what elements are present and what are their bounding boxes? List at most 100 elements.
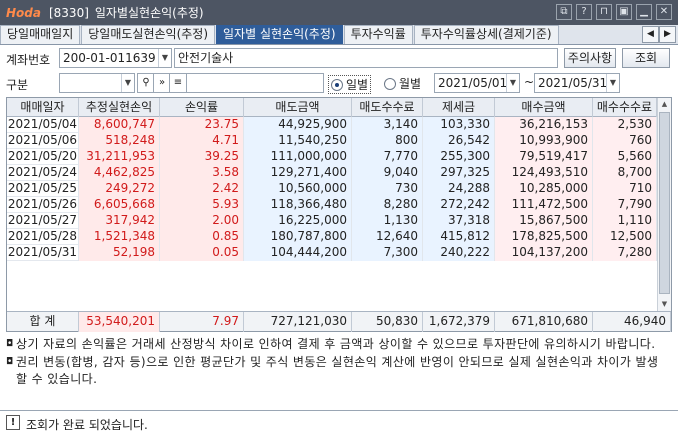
cell-buy-amount: 79,519,417 [495, 149, 593, 165]
cell-pnl: 1,521,348 [79, 229, 160, 245]
scroll-down-icon[interactable]: ▼ [658, 298, 671, 311]
account-name-field: 안전기술사 [174, 48, 558, 68]
notice-section: ◘ 상기 자료의 손익률은 거래세 산정방식 차이로 인하여 결제 후 금액과 … [6, 336, 666, 389]
cell-sell-fee: 7,770 [352, 149, 423, 165]
calendar-icon[interactable]: ▼ [606, 74, 619, 92]
cell-date: 2021/05/31 [7, 245, 79, 261]
cell-sell-amount: 10,560,000 [244, 181, 352, 197]
help-icon[interactable]: ? [576, 4, 592, 20]
table-row[interactable]: 2021/05/06 518,248 4.71 11,540,250 800 2… [7, 133, 657, 149]
account-row: 계좌번호 200-01-011639 ▼ 안전기술사 주의사항 조회 [0, 46, 678, 70]
cell-sell-amount: 118,366,480 [244, 197, 352, 213]
table-scrollbar[interactable]: ▲ ▼ [657, 98, 671, 311]
cell-sell-amount: 16,225,000 [244, 213, 352, 229]
cell-buy-amount: 178,825,500 [495, 229, 593, 245]
date-to-field[interactable]: 2021/05/31 ▼ [534, 73, 620, 93]
radio-monthly-dot [384, 77, 396, 90]
chevron-down-icon: ▼ [158, 49, 171, 67]
cell-rate: 23.75 [160, 117, 244, 133]
col-header-rate[interactable]: 손익률 [160, 98, 244, 117]
window-titlebar: Hoda [8330] 일자별실현손익(추정) ⧉ ? ⊓ ▣ ▁ ✕ [0, 0, 678, 25]
cell-pnl: 249,272 [79, 181, 160, 197]
tab-daily-journal[interactable]: 당일매매일지 [0, 25, 81, 44]
query-button[interactable]: 조회 [622, 48, 670, 68]
app-brand: Hoda [6, 5, 41, 20]
table-row[interactable]: 2021/05/27 317,942 2.00 16,225,000 1,130… [7, 213, 657, 229]
col-header-date[interactable]: 매매일자 [7, 98, 79, 117]
tab-return[interactable]: 투자수익률 [343, 25, 413, 44]
account-name-value: 안전기술사 [178, 51, 234, 65]
cell-date: 2021/05/24 [7, 165, 79, 181]
tab-return-detail[interactable]: 투자수익률상세(결제기준) [413, 25, 559, 44]
scroll-up-icon[interactable]: ▲ [658, 98, 671, 111]
tab-scroll-right-icon[interactable]: ▶ [659, 26, 676, 43]
cell-pnl: 4,462,825 [79, 165, 160, 181]
cell-buy-fee: 760 [593, 133, 657, 149]
col-header-tax[interactable]: 제세금 [423, 98, 495, 117]
table-row[interactable]: 2021/05/28 1,521,348 0.85 180,787,800 12… [7, 229, 657, 245]
cell-rate: 0.05 [160, 245, 244, 261]
save-icon[interactable]: ▣ [616, 4, 632, 20]
table-header: 매매일자 추정실현손익 손익률 매도금액 매도수수료 제세금 매수금액 매수수수… [7, 98, 657, 117]
tab-today-realized-pnl[interactable]: 당일매도실현손익(추정) [81, 25, 216, 44]
cell-buy-fee: 7,280 [593, 245, 657, 261]
cell-date: 2021/05/25 [7, 181, 79, 197]
cell-sell-fee: 730 [352, 181, 423, 197]
table-row[interactable]: 2021/05/25 249,272 2.42 10,560,000 730 2… [7, 181, 657, 197]
tab-daily-realized-pnl[interactable]: 일자별 실현손익(추정) [216, 25, 343, 44]
col-header-buy-fee[interactable]: 매수수수료 [593, 98, 657, 117]
cell-rate: 0.85 [160, 229, 244, 245]
col-header-buy-amount[interactable]: 매수금액 [495, 98, 593, 117]
col-header-sell-fee[interactable]: 매도수수료 [352, 98, 423, 117]
radio-daily-label: 일별 [346, 78, 369, 92]
cell-buy-amount: 15,867,500 [495, 213, 593, 229]
col-header-pnl[interactable]: 추정실현손익 [79, 98, 160, 117]
cell-buy-fee: 1,110 [593, 213, 657, 229]
close-icon[interactable]: ✕ [656, 4, 672, 20]
minimize-icon[interactable]: ▁ [636, 4, 652, 20]
cell-pnl: 317,942 [79, 213, 160, 229]
table-row[interactable]: 2021/05/24 4,462,825 3.58 129,271,400 9,… [7, 165, 657, 181]
status-bar: ! 조회가 완료 되었습니다. [0, 410, 678, 435]
search-input[interactable] [186, 73, 324, 93]
pnl-table: 매매일자 추정실현손익 손익률 매도금액 매도수수료 제세금 매수금액 매수수수… [6, 97, 672, 332]
cell-date: 2021/05/20 [7, 149, 79, 165]
account-number-select[interactable]: 200-01-011639 ▼ [59, 48, 172, 68]
cell-pnl: 8,600,747 [79, 117, 160, 133]
col-header-sell-amount[interactable]: 매도금액 [244, 98, 352, 117]
table-row[interactable]: 2021/05/20 31,211,953 39.25 111,000,000 … [7, 149, 657, 165]
table-body: 2021/05/04 8,600,747 23.75 44,925,900 3,… [7, 117, 657, 311]
table-row[interactable]: 2021/05/26 6,605,668 5.93 118,366,480 8,… [7, 197, 657, 213]
pin-icon[interactable]: ⊓ [596, 4, 612, 20]
caution-button[interactable]: 주의사항 [564, 48, 616, 68]
cell-buy-fee: 5,560 [593, 149, 657, 165]
scrollbar-thumb[interactable] [659, 112, 670, 294]
cell-buy-amount: 111,472,500 [495, 197, 593, 213]
list-icon[interactable]: ≡ [169, 73, 187, 93]
notice-item: ◘ 상기 자료의 손익률은 거래세 산정방식 차이로 인하여 결제 후 금액과 … [6, 336, 666, 353]
table-row[interactable]: 2021/05/04 8,600,747 23.75 44,925,900 3,… [7, 117, 657, 133]
radio-daily-dot [331, 78, 343, 91]
cell-pnl: 31,211,953 [79, 149, 160, 165]
radio-monthly-label: 월별 [399, 77, 422, 91]
date-separator: ~ [524, 75, 535, 89]
category-select[interactable]: ▼ [59, 73, 135, 93]
cell-pnl: 6,605,668 [79, 197, 160, 213]
cell-sell-fee: 800 [352, 133, 423, 149]
window-restore-icon[interactable]: ⧉ [556, 4, 572, 20]
tab-bar: 당일매매일지 당일매도실현손익(추정) 일자별 실현손익(추정) 투자수익률 투… [0, 25, 678, 45]
account-number-value: 200-01-011639 [63, 51, 156, 65]
cell-sell-amount: 111,000,000 [244, 149, 352, 165]
total-buy-fee: 46,940 [593, 312, 671, 332]
cell-sell-fee: 7,300 [352, 245, 423, 261]
calendar-icon[interactable]: ▼ [506, 74, 519, 92]
radio-daily[interactable]: 일별 [328, 75, 372, 94]
tab-scroll-left-icon[interactable]: ◀ [642, 26, 659, 43]
date-from-field[interactable]: 2021/05/01 ▼ [434, 73, 520, 93]
cell-sell-amount: 104,444,200 [244, 245, 352, 261]
table-row[interactable]: 2021/05/31 52,198 0.05 104,444,200 7,300… [7, 245, 657, 261]
total-label: 합 계 [7, 312, 79, 332]
cell-rate: 39.25 [160, 149, 244, 165]
total-rate: 7.97 [160, 312, 244, 332]
radio-monthly[interactable]: 월별 [384, 75, 421, 92]
